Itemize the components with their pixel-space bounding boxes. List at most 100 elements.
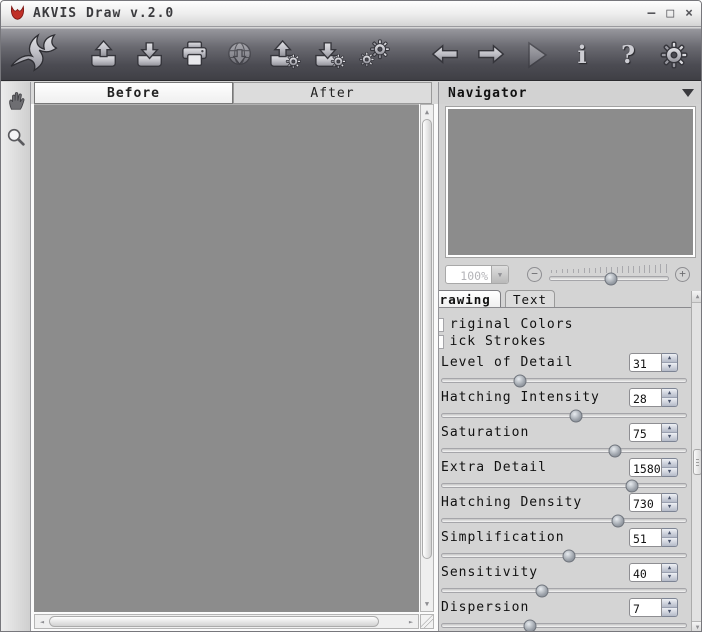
slider-thumb[interactable] (514, 374, 527, 387)
tab-before[interactable]: Before (34, 82, 233, 104)
scroll-up-icon[interactable] (421, 106, 433, 118)
value-spinner[interactable]: 1580 (629, 458, 678, 477)
spin-down-icon[interactable] (662, 432, 677, 441)
resize-grip[interactable] (420, 614, 434, 629)
spinner-value[interactable]: 31 (629, 353, 662, 372)
zoom-tool-button[interactable] (3, 124, 29, 150)
spin-up-icon[interactable] (662, 529, 677, 537)
minimize-button[interactable]: – (648, 7, 656, 21)
close-button[interactable]: × (685, 7, 693, 21)
run-processing-button[interactable] (519, 36, 553, 74)
slider-group: Simplification 51 (439, 527, 692, 562)
scroll-down-icon[interactable] (421, 598, 433, 610)
spin-down-icon[interactable] (662, 362, 677, 371)
value-spinner[interactable]: 40 (629, 563, 678, 582)
scroll-up-icon[interactable] (692, 291, 702, 303)
export-presets-button[interactable] (313, 36, 346, 74)
canvas-vertical-scrollbar[interactable] (420, 104, 434, 612)
spinner-value[interactable]: 40 (629, 563, 662, 582)
horizontal-scroll-thumb[interactable] (49, 616, 379, 627)
akvis-bird-logo-icon[interactable] (5, 30, 65, 80)
title-bar[interactable]: AKVIS Draw v.2.0 – □ × (1, 1, 701, 27)
checkbox-row[interactable]: Original Colors (439, 316, 692, 333)
slider-thumb[interactable] (536, 584, 549, 597)
slider-thumb[interactable] (611, 514, 624, 527)
hand-tool-button[interactable] (3, 88, 29, 114)
slider-track[interactable] (441, 413, 687, 418)
slider-track[interactable] (441, 588, 687, 593)
preferences-button[interactable] (657, 36, 691, 74)
spinner-value[interactable]: 7 (629, 598, 662, 617)
spinner-value[interactable]: 75 (629, 423, 662, 442)
spin-down-icon[interactable] (662, 502, 677, 511)
spinner-value[interactable]: 51 (629, 528, 662, 547)
spin-down-icon[interactable] (662, 537, 677, 546)
value-spinner[interactable]: 51 (629, 528, 678, 547)
zoom-out-button[interactable] (527, 267, 542, 282)
spin-up-icon[interactable] (662, 354, 677, 362)
value-spinner[interactable]: 31 (629, 353, 678, 372)
spinner-value[interactable]: 730 (629, 493, 662, 512)
spin-down-icon[interactable] (662, 467, 677, 476)
spin-down-icon[interactable] (662, 607, 677, 616)
settings-scroll-thumb[interactable] (693, 449, 702, 475)
slider-thumb[interactable] (523, 619, 536, 632)
checkbox[interactable] (439, 335, 444, 349)
slider-track[interactable] (441, 483, 687, 488)
batch-processing-button[interactable] (358, 36, 391, 74)
tab-text[interactable]: Text (505, 290, 555, 307)
spin-up-icon[interactable] (662, 564, 677, 572)
slider-track[interactable] (441, 623, 687, 628)
value-spinner[interactable]: 7 (629, 598, 678, 617)
about-button[interactable] (565, 36, 599, 74)
spin-up-icon[interactable] (662, 599, 677, 607)
spin-up-icon[interactable] (662, 389, 677, 397)
spin-down-icon[interactable] (662, 397, 677, 406)
zoom-slider-track[interactable] (549, 276, 669, 281)
slider-thumb[interactable] (562, 549, 575, 562)
value-spinner[interactable]: 730 (629, 493, 678, 512)
spin-up-icon[interactable] (662, 459, 677, 467)
settings-scrollbar[interactable] (691, 291, 702, 632)
spin-up-icon[interactable] (662, 494, 677, 502)
maximize-button[interactable]: □ (666, 7, 674, 21)
image-canvas[interactable] (34, 104, 419, 612)
vertical-scroll-thumb[interactable] (422, 119, 432, 559)
scroll-left-icon[interactable] (36, 616, 48, 628)
slider-thumb[interactable] (626, 479, 639, 492)
spin-down-icon[interactable] (662, 572, 677, 581)
slider-label: Level of Detail (441, 355, 573, 370)
checkbox[interactable] (439, 318, 444, 332)
slider-track[interactable] (441, 518, 687, 523)
collapse-arrow-icon[interactable] (682, 89, 694, 97)
scroll-right-icon[interactable] (405, 616, 417, 628)
spinner-value[interactable]: 1580 (629, 458, 662, 477)
canvas-horizontal-scrollbar[interactable] (34, 614, 419, 629)
navigator-preview[interactable] (445, 106, 696, 258)
slider-track[interactable] (441, 553, 687, 558)
zoom-select[interactable]: 100% (445, 265, 509, 284)
zoom-in-button[interactable] (675, 267, 690, 282)
help-button[interactable] (611, 36, 645, 74)
slider-track[interactable] (441, 448, 687, 453)
zoom-slider-thumb[interactable] (605, 272, 618, 285)
scroll-down-icon[interactable] (692, 621, 702, 632)
checkbox-row[interactable]: Thick Strokes (439, 333, 692, 350)
print-button[interactable] (178, 36, 211, 74)
open-image-button[interactable] (87, 36, 120, 74)
value-spinner[interactable]: 75 (629, 423, 678, 442)
import-presets-button[interactable] (268, 36, 301, 74)
slider-track[interactable] (441, 378, 687, 383)
save-image-button[interactable] (133, 36, 166, 74)
value-spinner[interactable]: 28 (629, 388, 678, 407)
redo-button[interactable] (474, 36, 507, 74)
tab-drawing[interactable]: Drawing (439, 290, 501, 307)
slider-thumb[interactable] (609, 444, 622, 457)
download-from-web-icon[interactable] (223, 36, 256, 74)
tab-after[interactable]: After (233, 82, 432, 104)
combo-arrow-icon[interactable] (491, 266, 508, 283)
spinner-value[interactable]: 28 (629, 388, 662, 407)
slider-thumb[interactable] (570, 409, 583, 422)
spin-up-icon[interactable] (662, 424, 677, 432)
undo-button[interactable] (429, 36, 462, 74)
